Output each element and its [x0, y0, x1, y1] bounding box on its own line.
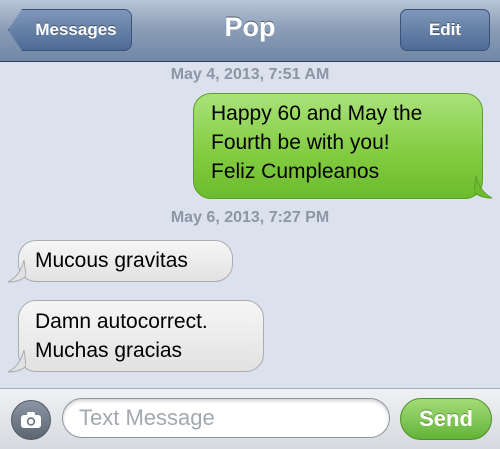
message-line: Muchas gracias	[35, 339, 183, 362]
message-line: Happy 60 and May the	[211, 102, 423, 125]
camera-icon	[21, 412, 41, 428]
message-bubble-received[interactable]: Mucous gravitas	[18, 240, 233, 282]
text-message-input[interactable]	[62, 398, 390, 438]
edit-button[interactable]: Edit	[400, 9, 490, 51]
message-line: Feliz Cumpleanos	[211, 160, 380, 183]
bubble-tail-received	[7, 260, 26, 283]
message-bubble-received[interactable]: Damn autocorrect. Muchas gracias	[18, 300, 264, 372]
timestamp: May 6, 2013, 7:27 PM	[170, 209, 330, 226]
message-line: Mucous gravitas	[35, 249, 188, 272]
message-bubble-sent[interactable]: Happy 60 and May the Fourth be with you!…	[193, 93, 483, 199]
timestamp: May 4, 2013, 7:51 AM	[170, 66, 330, 83]
message-line: Fourth be with you!	[211, 131, 390, 154]
bubble-tail-received	[7, 350, 26, 373]
camera-button[interactable]	[11, 400, 51, 440]
bubble-tail-sent	[474, 176, 493, 199]
message-line: Damn autocorrect.	[35, 310, 208, 333]
message-composer: Send	[0, 388, 500, 449]
send-button[interactable]: Send	[400, 398, 492, 440]
navigation-bar: Messages Pop Edit	[0, 0, 500, 62]
